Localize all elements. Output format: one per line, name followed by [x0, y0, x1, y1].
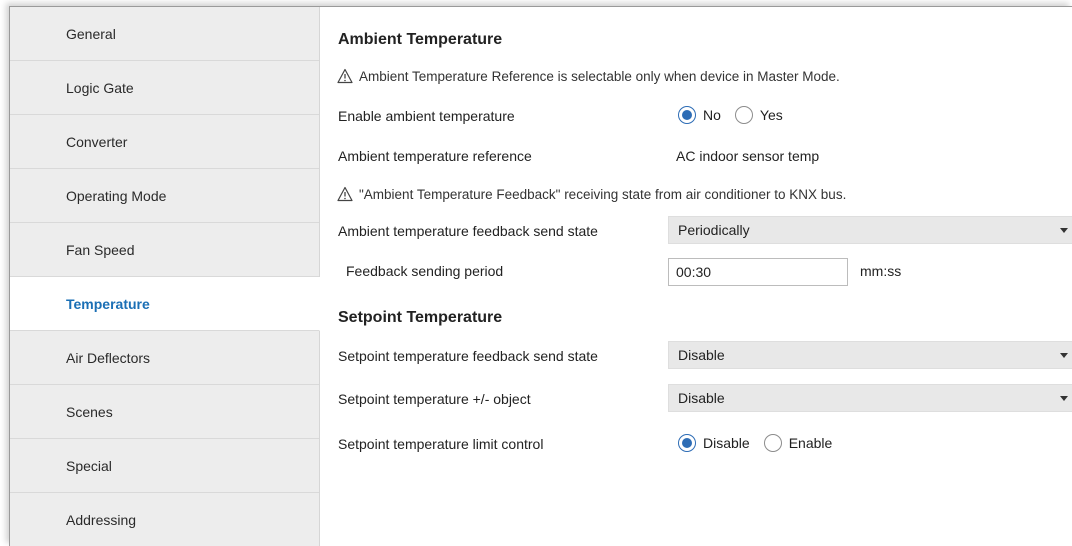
- setpoint-object-select-value: Disable: [678, 390, 725, 406]
- sidebar-item-special[interactable]: Special: [10, 439, 319, 493]
- sidebar-item-fan-speed[interactable]: Fan Speed: [10, 223, 319, 277]
- enable-ambient-no-label[interactable]: No: [703, 107, 721, 123]
- warning-triangle-icon: [337, 186, 353, 202]
- setpoint-section-title: Setpoint Temperature: [338, 309, 503, 326]
- sidebar-item-general[interactable]: General: [10, 7, 319, 61]
- setpoint-limit-disable-radio[interactable]: [678, 434, 696, 452]
- setpoint-feedback-select[interactable]: Disable: [668, 341, 1072, 369]
- sidebar-item-temperature[interactable]: Temperature: [10, 277, 320, 331]
- chevron-down-icon: [1060, 353, 1068, 358]
- setpoint-object-select[interactable]: Disable: [668, 384, 1072, 412]
- enable-ambient-radio-group: No Yes: [678, 106, 797, 124]
- sidebar: General Logic Gate Converter Operating M…: [10, 7, 320, 546]
- feedback-note-text: "Ambient Temperature Feedback" receiving…: [359, 186, 847, 202]
- warning-triangle-icon: [337, 68, 353, 84]
- master-mode-note: Ambient Temperature Reference is selecta…: [337, 68, 840, 84]
- ambient-reference-label: Ambient temperature reference: [338, 148, 532, 164]
- feedback-period-input[interactable]: 00:30: [668, 258, 848, 286]
- ambient-feedback-select-value: Periodically: [678, 222, 750, 238]
- main-panel: Ambient Temperature Ambient Temperature …: [320, 7, 1072, 546]
- sidebar-item-converter[interactable]: Converter: [10, 115, 319, 169]
- sidebar-item-air-deflectors[interactable]: Air Deflectors: [10, 331, 319, 385]
- master-mode-note-text: Ambient Temperature Reference is selecta…: [359, 68, 840, 84]
- feedback-note: "Ambient Temperature Feedback" receiving…: [337, 186, 846, 202]
- sidebar-item-scenes[interactable]: Scenes: [10, 385, 319, 439]
- enable-ambient-no-radio[interactable]: [678, 106, 696, 124]
- setpoint-feedback-select-value: Disable: [678, 347, 725, 363]
- setpoint-limit-enable-radio[interactable]: [763, 434, 782, 452]
- sidebar-item-logic-gate[interactable]: Logic Gate: [10, 61, 319, 115]
- feedback-period-unit: mm:ss: [860, 263, 902, 279]
- ambient-reference-value: AC indoor sensor temp: [676, 148, 820, 164]
- setpoint-limit-enable-label[interactable]: Enable: [789, 435, 833, 451]
- chevron-down-icon: [1060, 396, 1068, 401]
- setpoint-feedback-label: Setpoint temperature feedback send state: [338, 348, 598, 364]
- ambient-feedback-label: Ambient temperature feedback send state: [338, 223, 598, 239]
- enable-ambient-yes-radio[interactable]: [734, 106, 753, 124]
- chevron-down-icon: [1060, 228, 1068, 233]
- setpoint-limit-radio-group: Disable Enable: [678, 434, 846, 452]
- parameter-window: General Logic Gate Converter Operating M…: [9, 6, 1072, 546]
- sidebar-item-operating-mode[interactable]: Operating Mode: [10, 169, 319, 223]
- feedback-period-label: Feedback sending period: [346, 263, 504, 279]
- ambient-section-title: Ambient Temperature: [338, 31, 503, 48]
- ambient-feedback-select[interactable]: Periodically: [668, 216, 1072, 244]
- setpoint-object-label: Setpoint temperature +/- object: [338, 391, 531, 407]
- setpoint-limit-disable-label[interactable]: Disable: [703, 435, 750, 451]
- sidebar-item-addressing[interactable]: Addressing: [10, 493, 319, 546]
- setpoint-limit-label: Setpoint temperature limit control: [338, 436, 544, 452]
- enable-ambient-label: Enable ambient temperature: [338, 108, 515, 124]
- enable-ambient-yes-label[interactable]: Yes: [760, 107, 783, 123]
